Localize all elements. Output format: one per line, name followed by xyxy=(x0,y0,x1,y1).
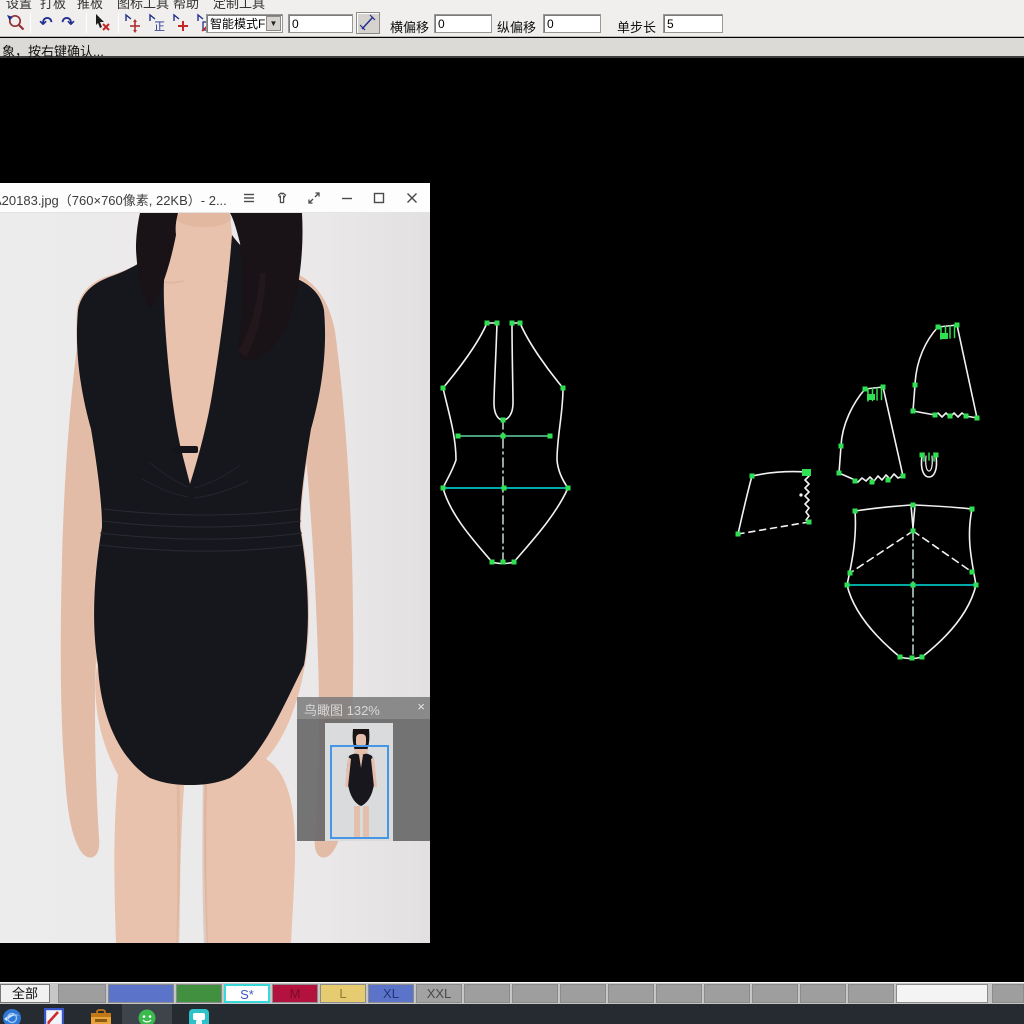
pattern-piece-top-middle[interactable] xyxy=(838,386,904,483)
birdview-viewport-rect[interactable] xyxy=(330,745,389,839)
birdview-thumbnail xyxy=(325,723,393,841)
grade-add-icon xyxy=(173,13,188,31)
redo-icon: ↷ xyxy=(61,15,75,32)
window-menu-button[interactable] xyxy=(239,188,259,208)
mode-select[interactable]: 智能模式F5 ▼ xyxy=(206,14,283,33)
x-offset-input[interactable]: 0 xyxy=(434,14,492,33)
pattern-piece-top-right[interactable] xyxy=(912,324,978,419)
birdview-window: 鸟瞰图 132% × xyxy=(297,697,430,841)
pattern-piece-front-body[interactable] xyxy=(442,322,569,565)
birdview-title: 鸟瞰图 132% xyxy=(304,703,380,718)
size-segment-17[interactable] xyxy=(896,984,988,1003)
menu-item-3[interactable]: 图标工具 xyxy=(117,0,169,10)
expand-icon xyxy=(308,192,320,204)
size-segment-8[interactable] xyxy=(464,984,510,1003)
fullscreen-button[interactable] xyxy=(304,188,324,208)
diagonal-line-icon xyxy=(359,14,376,31)
menu-item-5[interactable]: 定制工具 xyxy=(213,0,265,10)
redo-button[interactable]: ↷ xyxy=(58,12,78,34)
size-segment-M[interactable]: M xyxy=(272,984,318,1003)
magnifier-icon xyxy=(7,14,25,31)
taskbar-toolbox-icon[interactable] xyxy=(90,1008,112,1024)
menu-item-2[interactable]: 推板 xyxy=(77,0,103,10)
taskbar-wechat-icon[interactable] xyxy=(137,1008,157,1024)
y-offset-label: 纵偏移 xyxy=(497,20,537,35)
undo-button[interactable]: ↶ xyxy=(36,12,56,34)
size-all-button[interactable]: 全部 xyxy=(0,984,50,1003)
step-label: 单步长 xyxy=(617,20,657,35)
close-button[interactable] xyxy=(402,188,422,208)
birdview-close-icon[interactable]: × xyxy=(417,699,425,714)
size-segment-XXL[interactable]: XXL xyxy=(416,984,462,1003)
pattern-piece-bottom[interactable] xyxy=(846,504,977,660)
grade-add-button[interactable] xyxy=(170,12,192,34)
birdview-titlebar[interactable]: 鸟瞰图 132% × xyxy=(297,697,430,719)
grading-points xyxy=(440,320,980,661)
minimize-icon xyxy=(342,197,352,200)
size-segment-12[interactable] xyxy=(656,984,702,1003)
mode-select-value: 智能模式F5 xyxy=(210,17,273,31)
menu-bar: 设置 打板 推板 图标工具 帮助 定制工具 xyxy=(0,0,1024,10)
pattern-piece-side-panel[interactable] xyxy=(737,469,811,535)
size-segment-XL[interactable]: XL xyxy=(368,984,414,1003)
y-offset-input[interactable]: 0 xyxy=(543,14,601,33)
birdview-body xyxy=(297,719,430,841)
value-input[interactable]: 0 xyxy=(288,14,353,33)
image-window-title: A20183.jpg（760×760像素, 22KB）- 2... xyxy=(0,193,227,208)
taskbar-cad-editor-icon[interactable] xyxy=(43,1007,65,1024)
application-window: 设置 打板 推板 图标工具 帮助 定制工具 ↶ ↷ 正 智能模式F5 ▼ 0 横… xyxy=(0,0,1024,1024)
menu-item-0[interactable]: 设置 xyxy=(6,0,32,10)
size-segment-16[interactable] xyxy=(848,984,894,1003)
status-bar: 象，按右键确认... xyxy=(0,38,1024,59)
menu-item-4[interactable]: 帮助 xyxy=(173,0,199,10)
hamburger-icon xyxy=(244,193,254,203)
shirt-icon xyxy=(277,192,287,204)
undo-icon: ↶ xyxy=(39,15,53,32)
size-segment-S*[interactable]: S* xyxy=(224,984,270,1003)
size-segment-0[interactable] xyxy=(58,984,106,1003)
image-window-titlebar[interactable]: A20183.jpg（760×760像素, 22KB）- 2... xyxy=(0,183,430,213)
size-segment-2[interactable] xyxy=(176,984,222,1003)
step-input[interactable]: 5 xyxy=(663,14,723,33)
adjust-tool-button[interactable] xyxy=(356,12,380,34)
size-segment-15[interactable] xyxy=(800,984,846,1003)
size-segment-14[interactable] xyxy=(752,984,798,1003)
x-offset-label: 横偏移 xyxy=(390,20,430,35)
size-segment-1[interactable] xyxy=(108,984,174,1003)
size-segment-11[interactable] xyxy=(608,984,654,1003)
taskbar-browser-icon[interactable] xyxy=(2,1008,22,1024)
size-segment-9[interactable] xyxy=(512,984,558,1003)
size-segment-10[interactable] xyxy=(560,984,606,1003)
mode-dropdown-arrow[interactable]: ▼ xyxy=(266,16,281,31)
size-segment-L[interactable]: L xyxy=(320,984,366,1003)
system-taskbar xyxy=(0,1004,1024,1024)
delete-select-button[interactable] xyxy=(90,12,114,34)
maximize-button[interactable] xyxy=(369,188,389,208)
drafting-canvas[interactable]: A20183.jpg（760×760像素, 22KB）- 2... 鸟瞰图 13… xyxy=(0,58,1024,982)
grade-move-button[interactable] xyxy=(122,12,144,34)
cursor-delete-icon xyxy=(96,14,110,31)
size-segment-18[interactable] xyxy=(992,984,1024,1003)
size-segment-13[interactable] xyxy=(704,984,750,1003)
menu-item-1[interactable]: 打板 xyxy=(40,0,66,10)
zoom-tool-button[interactable] xyxy=(4,12,28,34)
open-with-button[interactable] xyxy=(272,188,292,208)
svg-text:正: 正 xyxy=(154,20,165,33)
close-icon xyxy=(407,193,417,203)
size-bar: 全部 S* M L XL XXL xyxy=(0,982,1024,1004)
taskbar-files-icon[interactable] xyxy=(188,1008,210,1024)
toolbar: ↶ ↷ 正 智能模式F5 ▼ 0 横偏移 0 纵偏移 0 单步长 5 xyxy=(0,10,1024,37)
grade-align-icon: 正 xyxy=(149,13,165,33)
maximize-icon xyxy=(373,192,385,204)
grade-align-button[interactable]: 正 xyxy=(146,12,168,34)
grade-move-icon xyxy=(125,13,140,33)
minimize-button[interactable] xyxy=(337,188,357,208)
